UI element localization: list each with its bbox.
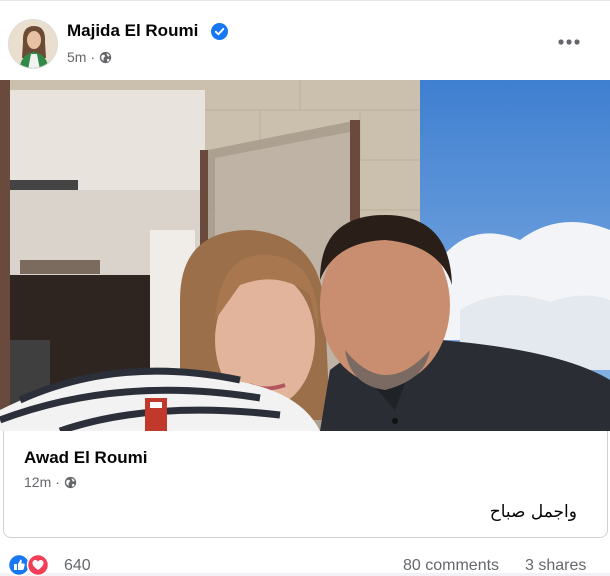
verified-badge-icon <box>211 23 228 40</box>
shared-post[interactable]: Awad El Roumi 12m · واجمل صباح <box>3 431 608 538</box>
meta-separator: · <box>90 49 96 65</box>
shared-post-timestamp[interactable]: 12m <box>24 474 51 490</box>
shared-author-name[interactable]: Awad El Roumi <box>24 448 147 468</box>
post-header: Majida El Roumi 5m · <box>0 1 610 79</box>
meta-separator: · <box>55 474 60 490</box>
post-card: Majida El Roumi 5m · Awad El Roumi 12m ·… <box>0 0 610 576</box>
shares-count-link[interactable]: 3 shares <box>525 557 586 575</box>
post-footer: 640 80 comments 3 shares <box>0 549 610 576</box>
reaction-count[interactable]: 640 <box>64 557 91 575</box>
post-timestamp[interactable]: 5m <box>67 49 86 65</box>
globe-icon <box>64 476 77 488</box>
more-horizontal-icon <box>558 39 580 45</box>
author-name[interactable]: Majida El Roumi <box>67 21 198 41</box>
more-options-button[interactable] <box>552 29 586 55</box>
love-reaction-icon <box>26 554 50 576</box>
shared-post-meta: 12m · <box>24 474 77 490</box>
post-photo[interactable] <box>0 80 610 431</box>
post-meta: 5m · <box>67 49 112 65</box>
comments-count-link[interactable]: 80 comments <box>403 557 499 575</box>
like-reaction-icon <box>8 554 31 576</box>
author-avatar[interactable] <box>8 19 58 69</box>
globe-icon <box>99 51 112 63</box>
shared-post-text: واجمل صباح <box>489 502 577 522</box>
